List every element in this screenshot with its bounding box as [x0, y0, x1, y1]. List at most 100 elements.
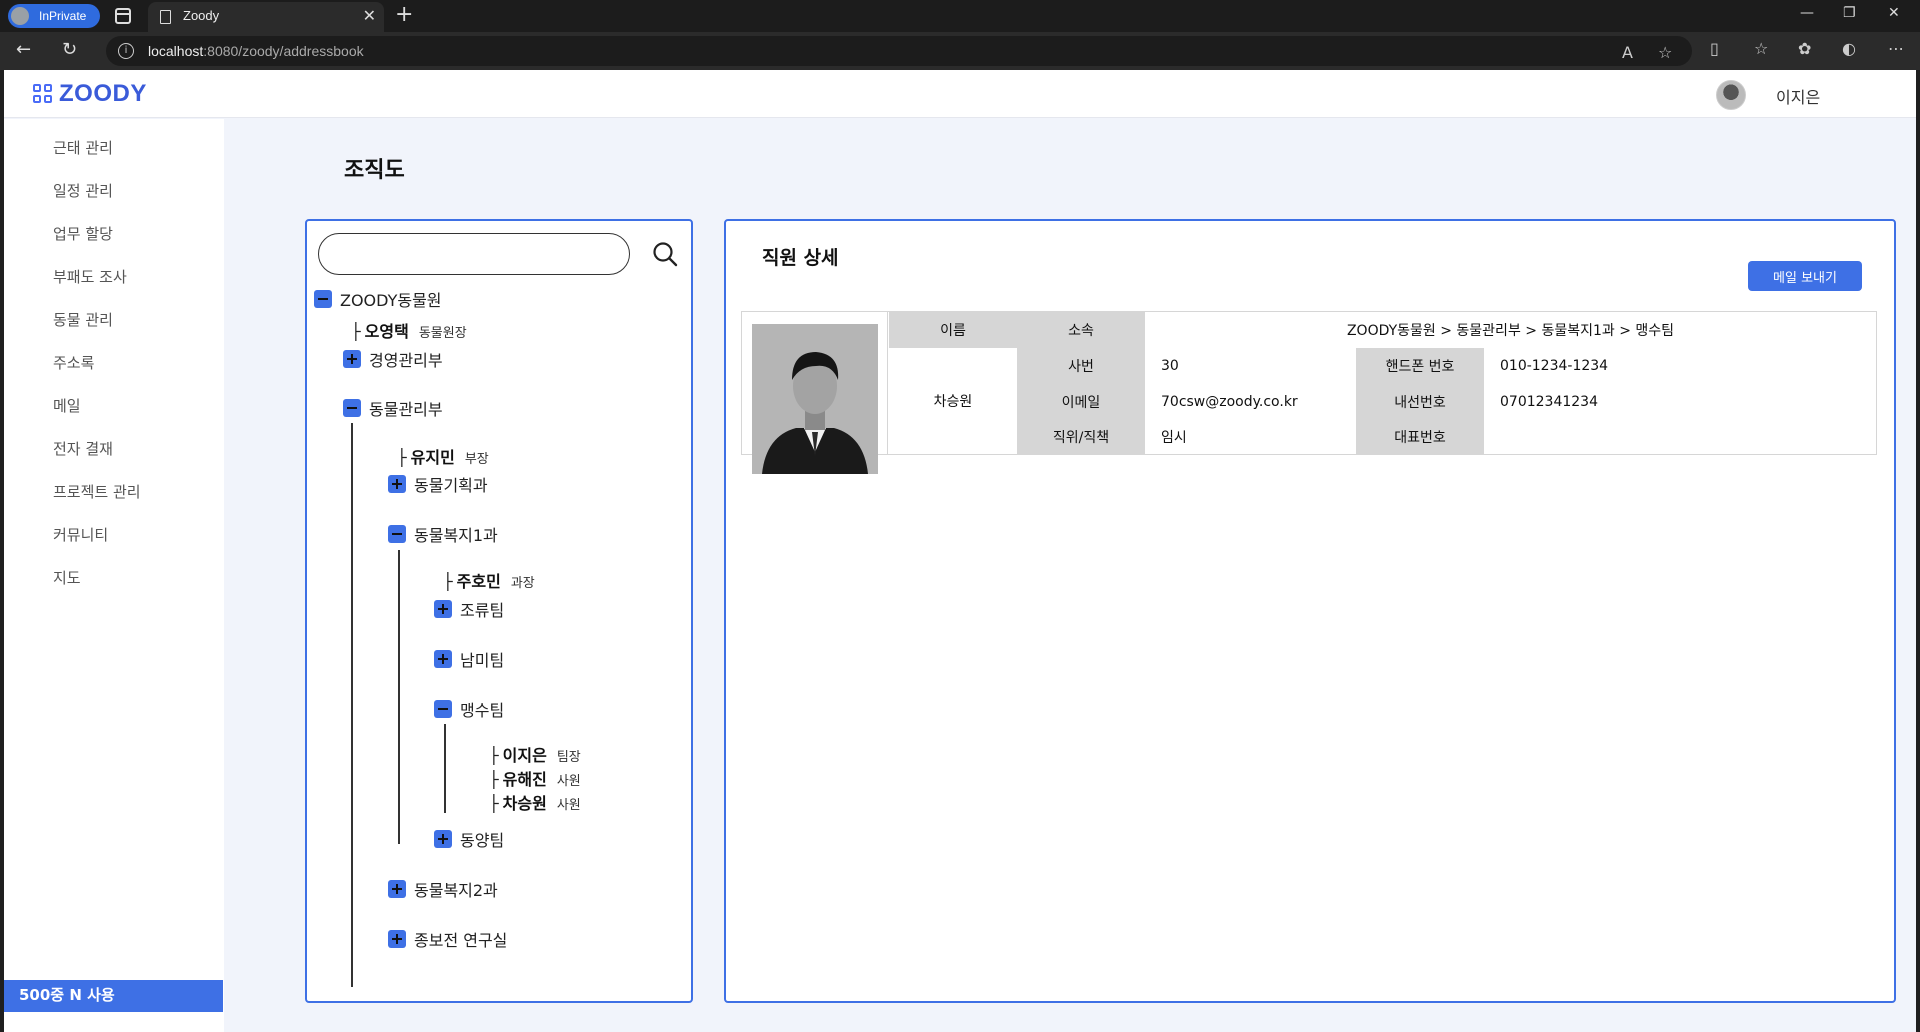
favorite-star-icon[interactable]: ☆: [1658, 43, 1672, 62]
split-screen-icon[interactable]: ▯: [1710, 39, 1719, 58]
tree-person[interactable]: ├ 유지민 부장: [397, 444, 489, 468]
minimize-icon[interactable]: —: [1800, 5, 1814, 21]
sidebar-item-schedule[interactable]: 일정 관리: [53, 180, 113, 201]
restore-icon[interactable]: ❐: [1843, 5, 1856, 21]
value-emp-no: 30: [1161, 358, 1179, 374]
url-text: localhost:8080/zoody/addressbook: [148, 43, 364, 59]
page: ZOODY 이지은 근태 관리 일정 관리 업무 할당 부패도 조사 동물 관리…: [4, 70, 1916, 1032]
expand-icon[interactable]: [434, 830, 452, 848]
label-main-number: 대표번호: [1356, 419, 1484, 454]
back-icon[interactable]: ←: [16, 39, 31, 60]
expand-icon[interactable]: [388, 880, 406, 898]
tree-node-southam[interactable]: 남미팀: [434, 647, 504, 671]
label-extension: 내선번호: [1356, 384, 1484, 419]
tree-line: [351, 423, 353, 987]
tree-person[interactable]: ├ 오영택 동물원장: [351, 318, 467, 342]
collapse-icon[interactable]: [314, 290, 332, 308]
edge-icon[interactable]: ◐: [1842, 39, 1856, 58]
tab-title: Zoody: [183, 8, 220, 23]
sidebar-item-spoilage[interactable]: 부패도 조사: [53, 266, 127, 287]
sidebar-item-community[interactable]: 커뮤니티: [53, 524, 108, 545]
org-tree-panel: ZOODY동물원 ├ 오영택 동물원장 경영관리부 동물관리부 ├ 유지민 부장…: [305, 219, 693, 1003]
page-title: 조직도: [344, 158, 405, 183]
value-name: 차승원: [933, 394, 973, 410]
page-icon: [160, 10, 171, 24]
collapse-icon[interactable]: [343, 399, 361, 417]
label-name: 이름: [889, 312, 1017, 348]
expand-icon[interactable]: [388, 930, 406, 948]
label-email: 이메일: [1017, 384, 1145, 419]
storage-usage: 500중 N 사용: [4, 980, 223, 1012]
tab-close-icon[interactable]: ✕: [363, 6, 376, 25]
user-avatar[interactable]: [1716, 80, 1746, 110]
tree-line: [398, 550, 400, 844]
collapse-icon[interactable]: [434, 700, 452, 718]
tree-node-plan[interactable]: 동물기획과: [388, 472, 488, 496]
employee-photo: [752, 324, 878, 474]
more-icon[interactable]: ⋯: [1888, 39, 1904, 58]
logo[interactable]: ZOODY: [33, 80, 147, 108]
tree-node-welfare1[interactable]: 동물복지1과: [388, 522, 498, 546]
sidebar-item-approval[interactable]: 전자 결재: [53, 438, 113, 459]
tree-person[interactable]: ├ 차승원 사원: [489, 790, 581, 814]
value-phone: 010-1234-1234: [1500, 358, 1609, 374]
read-aloud-icon[interactable]: A: [1622, 43, 1633, 62]
window-close-icon[interactable]: ✕: [1888, 5, 1900, 21]
label-position: 직위/직책: [1017, 419, 1145, 454]
employee-info-table: 이름 소속 ZOODY동물원 > 동물관리부 > 동물복지1과 > 맹수팀 차승…: [741, 311, 1877, 474]
sidebar-item-task[interactable]: 업무 할당: [53, 223, 113, 244]
sidebar-item-attendance[interactable]: 근태 관리: [53, 137, 113, 158]
sidebar-item-animals[interactable]: 동물 관리: [53, 309, 113, 330]
employee-detail-panel: 직원 상세 메일 보내기 이름 소속 ZOODY동물원 > 동물관리부 > 동물…: [724, 219, 1896, 1003]
extensions-icon[interactable]: ✿: [1798, 39, 1811, 58]
tree-node-east[interactable]: 동양팀: [434, 827, 504, 851]
search-input[interactable]: [318, 233, 630, 275]
inprivate-badge[interactable]: InPrivate: [8, 4, 100, 28]
detail-title: 직원 상세: [762, 247, 839, 269]
tree-node-welfare2[interactable]: 동물복지2과: [388, 877, 498, 901]
photo-cell: [742, 312, 888, 474]
tab-actions-icon[interactable]: [115, 8, 131, 24]
user-name[interactable]: 이지은: [1776, 84, 1820, 108]
expand-icon[interactable]: [434, 600, 452, 618]
sidebar-item-map[interactable]: 지도: [53, 567, 81, 588]
value-email[interactable]: 70csw@zoody.co.kr: [1145, 384, 1356, 419]
tree-node-beast[interactable]: 맹수팀: [434, 697, 504, 721]
tree-person[interactable]: ├ 주호민 과장: [443, 568, 535, 592]
refresh-icon[interactable]: ↻: [62, 39, 77, 60]
value-affiliation: ZOODY동물원 > 동물관리부 > 동물복지1과 > 맹수팀: [1346, 323, 1675, 339]
browser-toolbar: ← ↻ i localhost:8080/zoody/addressbook A…: [0, 32, 1920, 70]
tree-person[interactable]: ├ 이지은 팀장: [489, 742, 581, 766]
favorites-icon[interactable]: ☆: [1754, 39, 1768, 58]
browser-tabbar: InPrivate Zoody ✕ + — ❐ ✕: [0, 0, 1920, 32]
site-info-icon[interactable]: i: [118, 43, 134, 59]
expand-icon[interactable]: [343, 350, 361, 368]
tree-node-root[interactable]: ZOODY동물원: [314, 287, 442, 311]
sidebar-item-project[interactable]: 프로젝트 관리: [53, 481, 141, 502]
search-icon[interactable]: [652, 241, 678, 267]
browser-tab[interactable]: Zoody ✕: [148, 2, 384, 32]
label-phone: 핸드폰 번호: [1356, 348, 1484, 384]
collapse-icon[interactable]: [388, 525, 406, 543]
tree-node-mgmt[interactable]: 경영관리부: [343, 347, 443, 371]
value-extension: 07012341234: [1500, 393, 1598, 410]
expand-icon[interactable]: [388, 475, 406, 493]
app-header: ZOODY 이지은: [4, 70, 1916, 118]
logo-icon: [33, 84, 53, 104]
sidebar-item-mail[interactable]: 메일: [53, 395, 81, 416]
inprivate-label: InPrivate: [39, 9, 87, 23]
tree-person[interactable]: ├ 유해진 사원: [489, 766, 581, 790]
logo-text: ZOODY: [59, 80, 147, 107]
expand-icon[interactable]: [434, 650, 452, 668]
sidebar-item-addressbook[interactable]: 주소록: [53, 352, 94, 373]
new-tab-icon[interactable]: +: [395, 2, 413, 27]
tree-node-animal-dept[interactable]: 동물관리부: [343, 396, 443, 420]
address-bar[interactable]: i localhost:8080/zoody/addressbook A ☆: [106, 36, 1692, 66]
tree-node-bird[interactable]: 조류팀: [434, 597, 504, 621]
label-emp-no: 사번: [1017, 348, 1145, 384]
label-affiliation: 소속: [1017, 312, 1145, 348]
tree-node-research[interactable]: 종보전 연구실: [388, 927, 507, 951]
profile-avatar-icon: [11, 7, 29, 25]
send-mail-button[interactable]: 메일 보내기: [1748, 261, 1862, 291]
value-position: 임시: [1161, 429, 1187, 446]
